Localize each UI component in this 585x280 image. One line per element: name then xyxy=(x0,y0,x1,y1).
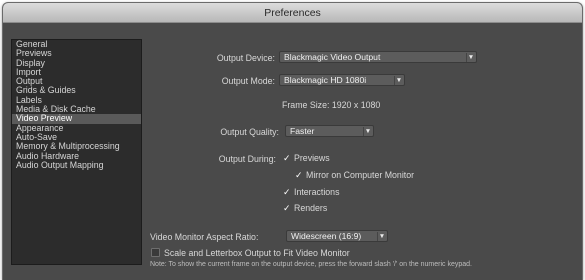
preferences-category-list[interactable]: General Previews Display Import Output G… xyxy=(11,39,142,265)
scale-letterbox-label: Scale and Letterbox Output to Fit Video … xyxy=(164,248,350,258)
chevron-down-icon: ▼ xyxy=(466,53,475,62)
previews-label: Previews xyxy=(294,153,330,163)
mirror-monitor-label: Mirror on Computer Monitor xyxy=(306,170,415,180)
chevron-down-icon: ▼ xyxy=(377,232,386,241)
output-quality-dropdown[interactable]: Faster ▼ xyxy=(285,125,374,137)
sidebar-item-audio-output-mapping[interactable]: Audio Output Mapping xyxy=(12,160,141,170)
output-quality-value: Faster xyxy=(290,126,315,136)
output-device-dropdown[interactable]: Blackmagic Video Output ▼ xyxy=(279,51,477,63)
chevron-down-icon: ▼ xyxy=(363,127,372,136)
renders-label: Renders xyxy=(294,203,328,213)
frame-size-text: Frame Size: 1920 x 1080 xyxy=(282,100,381,110)
renders-checkbox[interactable]: ✓ Renders xyxy=(283,203,327,215)
preferences-window: Preferences General Previews Display Imp… xyxy=(2,2,583,280)
window-title: Preferences xyxy=(3,3,582,23)
checkmark-icon: ✓ xyxy=(283,187,291,197)
output-quality-label: Output Quality: xyxy=(220,127,279,137)
scale-letterbox-checkbox[interactable]: Scale and Letterbox Output to Fit Video … xyxy=(151,248,350,260)
output-note: Note: To show the current frame on the o… xyxy=(150,261,472,268)
output-during-label: Output During: xyxy=(218,154,276,164)
output-mode-dropdown[interactable]: Blackmagic HD 1080i ▼ xyxy=(279,74,405,86)
mirror-monitor-checkbox[interactable]: ✓ Mirror on Computer Monitor xyxy=(295,170,414,182)
previews-checkbox[interactable]: ✓ Previews xyxy=(283,153,330,165)
checkbox-box[interactable] xyxy=(151,248,160,257)
output-mode-value: Blackmagic HD 1080i xyxy=(284,75,367,85)
checkmark-icon: ✓ xyxy=(283,153,291,163)
aspect-ratio-dropdown[interactable]: Widescreen (16:9) ▼ xyxy=(286,230,388,242)
output-device-label: Output Device: xyxy=(216,53,275,63)
checkmark-icon: ✓ xyxy=(283,203,291,213)
checkmark-icon: ✓ xyxy=(295,170,303,180)
aspect-ratio-label: Video Monitor Aspect Ratio: xyxy=(150,232,259,242)
interactions-label: Interactions xyxy=(294,187,340,197)
output-mode-label: Output Mode: xyxy=(221,76,275,86)
output-device-value: Blackmagic Video Output xyxy=(284,52,381,62)
aspect-ratio-value: Widescreen (16:9) xyxy=(291,231,362,241)
interactions-checkbox[interactable]: ✓ Interactions xyxy=(283,187,339,199)
chevron-down-icon: ▼ xyxy=(394,76,403,85)
